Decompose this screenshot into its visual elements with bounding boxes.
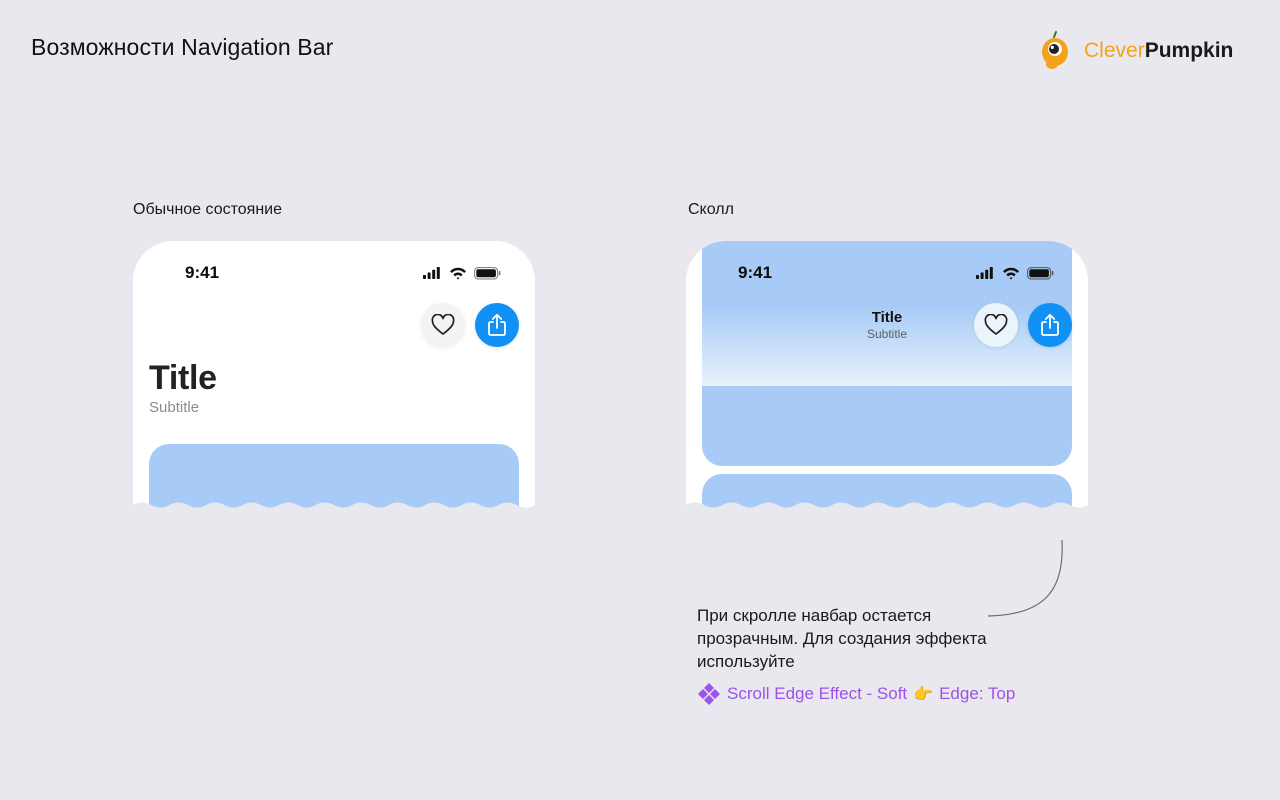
large-subtitle: Subtitle <box>149 399 200 416</box>
component-option: Edge: Top <box>939 684 1016 703</box>
battery-icon <box>474 267 501 280</box>
wifi-icon <box>450 267 466 280</box>
large-title: Title <box>149 359 217 397</box>
share-icon <box>1041 313 1059 336</box>
status-time: 9:41 <box>738 263 773 282</box>
scroll-note: При скролле навбар остается прозрачным. … <box>697 606 987 671</box>
scroll-state-caption: Сколл <box>688 201 734 218</box>
share-icon <box>488 313 506 336</box>
component-icon <box>698 683 720 705</box>
battery-icon <box>1027 267 1054 280</box>
cellular-signal-icon <box>423 267 440 279</box>
page-title: Возможности Navigation Bar <box>31 34 334 60</box>
component-name: Scroll Edge Effect - Soft <box>727 684 908 703</box>
annotation-connector <box>987 539 1063 617</box>
logo-word-pumpkin: Pumpkin <box>1144 39 1234 62</box>
phone-normal-state: 9:41 Title Subtitle <box>133 241 535 511</box>
heart-icon <box>984 314 1008 335</box>
clever-pumpkin-logo: CleverPumpkin <box>1040 30 1255 72</box>
pointing-hand-icon: 👉 <box>913 686 934 703</box>
status-icons <box>976 267 1054 280</box>
share-button[interactable] <box>1028 303 1072 347</box>
status-time: 9:41 <box>185 263 220 282</box>
wavy-cutoff <box>686 502 1088 511</box>
status-icons <box>423 267 501 280</box>
normal-state-caption: Обычное состояние <box>133 201 282 218</box>
favorite-button[interactable] <box>421 303 465 347</box>
wavy-cutoff <box>133 502 535 511</box>
pumpkin-logo-icon <box>1042 31 1068 69</box>
heart-icon <box>431 314 455 335</box>
phone-scroll-state: 9:41 Title Subtitle <box>686 241 1088 511</box>
logo-text: CleverPumpkin <box>1084 39 1233 63</box>
wifi-icon <box>1003 267 1019 280</box>
component-reference[interactable]: Scroll Edge Effect - Soft 👉 Edge: Top <box>697 682 1015 706</box>
share-button[interactable] <box>475 303 519 347</box>
cellular-signal-icon <box>976 267 993 279</box>
favorite-button[interactable] <box>974 303 1018 347</box>
logo-word-clever: Clever <box>1084 39 1145 62</box>
